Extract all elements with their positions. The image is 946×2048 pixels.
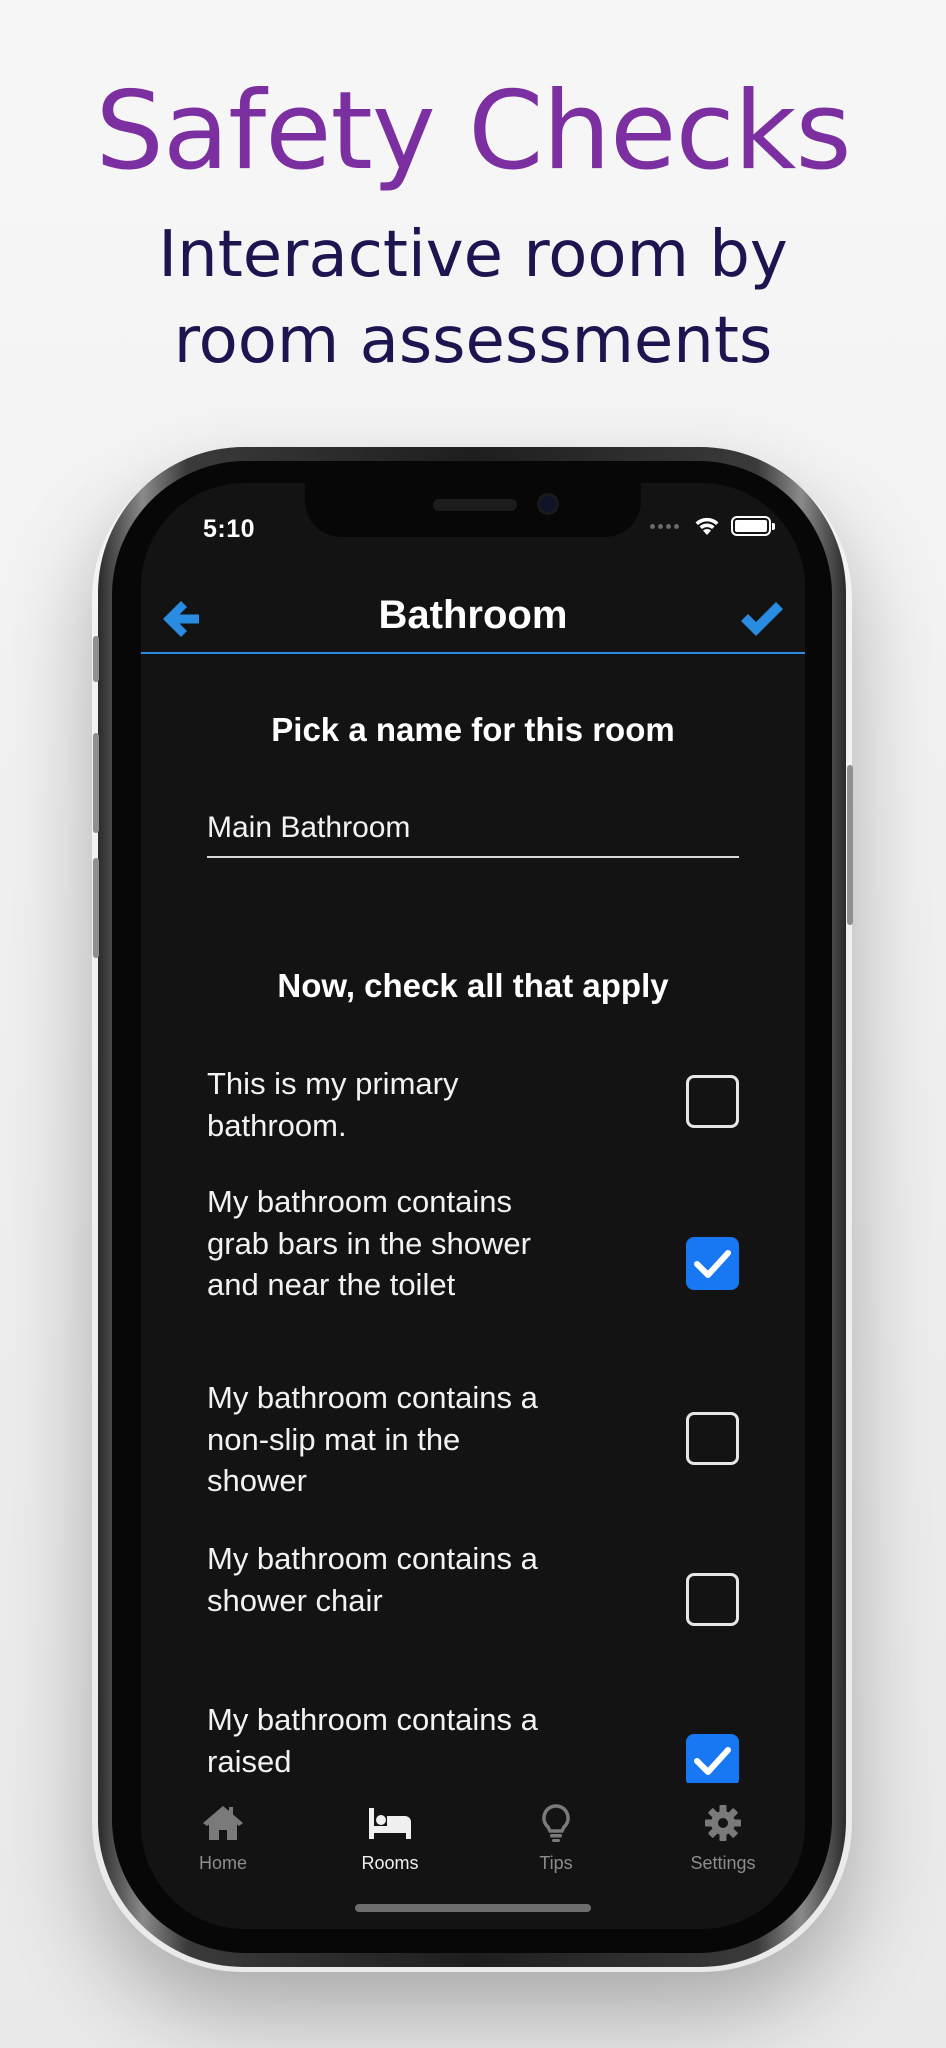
checklist-item-non-slip-mat[interactable]: My bathroom contains a non-slip mat in t… [207, 1377, 739, 1502]
checkmark-icon [694, 1250, 731, 1278]
tab-rooms[interactable]: Rooms [325, 1803, 455, 1874]
checklist-item-label: My bathroom contains a raised [207, 1702, 538, 1779]
checklist-item-label: My bathroom contains grab bars in the sh… [207, 1184, 531, 1302]
promo-subline: Interactive room by room assessments [0, 212, 946, 384]
promo-subline-line-2: room assessments [173, 304, 773, 378]
phone-volume-down [93, 858, 99, 958]
checkbox-non-slip-mat[interactable] [686, 1412, 739, 1465]
tab-rooms-label: Rooms [361, 1853, 419, 1873]
wifi-icon [695, 517, 719, 535]
tab-tips-label: Tips [539, 1853, 573, 1873]
checkbox-raised-seat[interactable] [686, 1734, 739, 1787]
checklist-item-grab-bars[interactable]: My bathroom contains grab bars in the sh… [207, 1181, 739, 1306]
checklist-item-primary[interactable]: This is my primary bathroom. [207, 1063, 739, 1146]
battery-icon [731, 516, 775, 536]
signal-icon [650, 523, 679, 529]
checklist-heading: Now, check all that apply [277, 967, 669, 1004]
room-name-input[interactable] [207, 800, 739, 858]
checklist-item-label: This is my primary bathroom. [207, 1066, 459, 1143]
tab-home-label: Home [198, 1853, 247, 1873]
navigation-bar: Bathroom [141, 583, 805, 655]
promo-headline: Safety Checks [95, 69, 851, 194]
checklist-item-shower-chair[interactable]: My bathroom contains a shower chair [207, 1538, 739, 1626]
checklist-item-label: My bathroom contains a non-slip mat in t… [207, 1380, 538, 1498]
phone-volume-up [93, 733, 99, 833]
status-indicators [650, 515, 775, 537]
home-indicator[interactable] [355, 1904, 591, 1912]
checklist-item-raised-seat[interactable]: My bathroom contains a raised [207, 1699, 739, 1787]
checkmark-icon [694, 1747, 731, 1775]
app-screen: 5:10 Bathroom Pick a name for this room … [141, 483, 805, 1929]
status-time: 5:10 [203, 515, 256, 543]
room-name-heading: Pick a name for this room [271, 711, 675, 748]
gear-icon [705, 1805, 741, 1841]
notch [305, 483, 641, 537]
checkmark-icon [741, 602, 783, 636]
phone-silent-switch [93, 636, 99, 682]
tab-settings-label: Settings [690, 1853, 756, 1873]
bed-icon [369, 1808, 411, 1839]
home-icon [203, 1806, 243, 1840]
checkbox-primary[interactable] [686, 1075, 739, 1128]
tab-tips[interactable]: Tips [491, 1803, 621, 1874]
nav-divider [141, 652, 805, 654]
checkbox-grab-bars[interactable] [686, 1237, 739, 1290]
phone-power-button [847, 765, 853, 925]
checklist-item-label: My bathroom contains a shower chair [207, 1541, 538, 1618]
tab-settings[interactable]: Settings [658, 1803, 788, 1874]
save-button[interactable] [737, 595, 787, 643]
tab-home[interactable]: Home [158, 1803, 288, 1874]
lightbulb-icon [542, 1804, 570, 1842]
checkbox-shower-chair[interactable] [686, 1573, 739, 1626]
page-title: Bathroom [378, 593, 568, 637]
promo-subline-line-1: Interactive room by [158, 218, 788, 292]
